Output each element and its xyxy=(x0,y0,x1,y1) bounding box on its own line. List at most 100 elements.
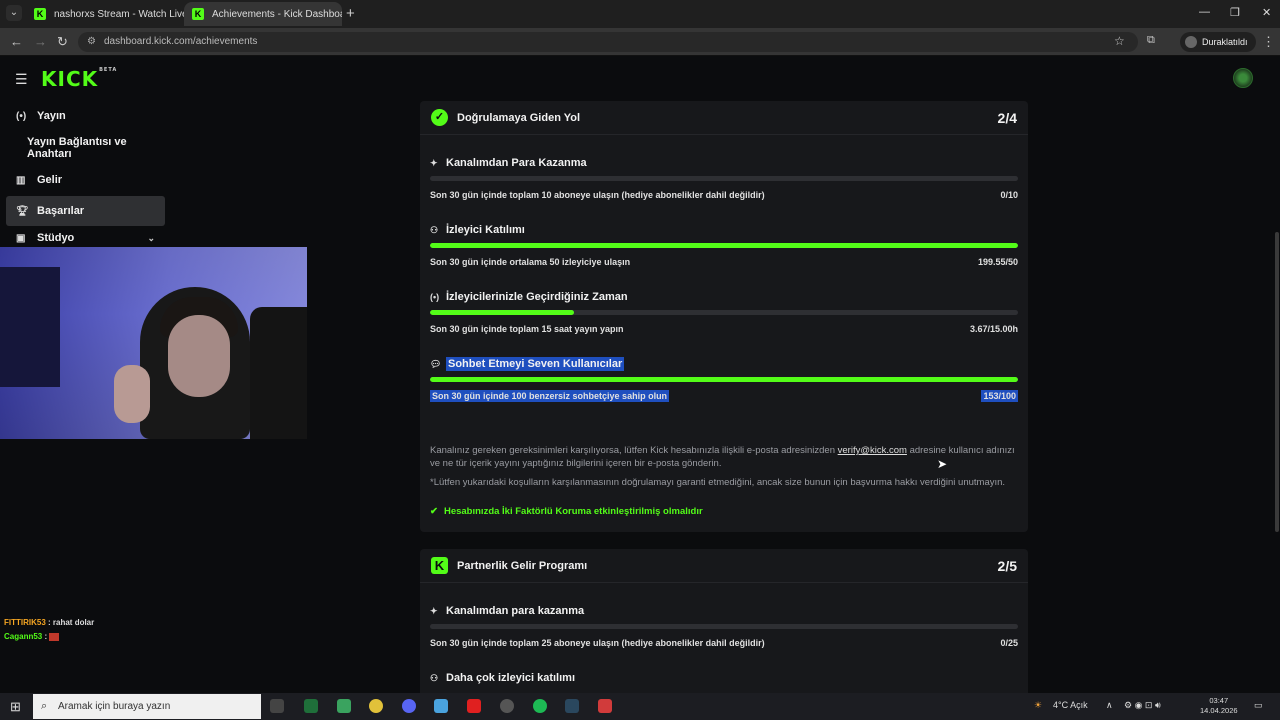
app-icon[interactable] xyxy=(304,699,318,713)
kick-favicon-icon: K xyxy=(34,8,46,20)
profile-button[interactable]: Duraklatıldı xyxy=(1180,32,1256,52)
chat-message: Cagann53 : xyxy=(4,632,60,641)
achievement-title: ✦ Kanalımdan Para Kazanma xyxy=(430,157,587,169)
youtube-icon[interactable] xyxy=(467,699,481,713)
partner-card: K Partnerlik Gelir Programı 2/5 ✦ Kanalım… xyxy=(420,549,1028,709)
achievement-value: 0/10 xyxy=(1000,190,1018,200)
address-bar-row: ← → ↻ ⚙ dashboard.kick.com/achievements … xyxy=(0,28,1280,56)
progress-bar xyxy=(430,377,1018,382)
achievement-title: ⚇ Daha çok izleyici katılımı xyxy=(430,672,576,684)
app-icon[interactable] xyxy=(500,699,514,713)
achievement-title: (•) İzleyicilerinizle Geçirdiğiniz Zaman xyxy=(430,291,628,303)
sidebar-item-label: Başarılar xyxy=(37,205,85,217)
bookmark-star-icon[interactable]: ☆ xyxy=(1114,34,1125,48)
two-factor-requirement: ✔ Hesabınızda İki Faktörlü Koruma etkinle… xyxy=(430,506,703,517)
site-info-icon[interactable]: ⚙ xyxy=(87,32,96,52)
achievement-value: 0/25 xyxy=(1000,638,1018,648)
sidebar-item-label: Stüdyo xyxy=(37,232,75,244)
sidebar-item-label: Gelir xyxy=(37,174,63,186)
new-tab-icon[interactable]: + xyxy=(346,5,355,22)
search-placeholder: Aramak için buraya yazın xyxy=(58,701,171,712)
browser-menu-icon[interactable]: ⋮ xyxy=(1262,34,1275,50)
sidebar-item-basarilar[interactable]: 🏆︎ Başarılar xyxy=(6,196,165,226)
card-title: Doğrulamaya Giden Yol xyxy=(457,112,581,124)
achievement-desc: Son 30 gün içinde 100 benzersiz sohbetçi… xyxy=(430,390,670,402)
app-icon[interactable] xyxy=(598,699,612,713)
checkmark-icon: ✔ xyxy=(430,506,438,517)
taskbar-search-field[interactable]: ⌕ Aramak için buraya yazın xyxy=(33,694,261,719)
forward-icon[interactable]: → xyxy=(34,34,47,49)
profile-label: Duraklatıldı xyxy=(1202,37,1248,47)
studio-icon: ▣ xyxy=(16,232,26,244)
clock-time: 03:47 xyxy=(1209,696,1229,705)
kick-k-icon: K xyxy=(431,557,448,574)
viewers-icon: ⚇ xyxy=(430,673,439,683)
chat-username: Cagann53 xyxy=(4,632,43,641)
windows-taskbar: ⊞ ⌕ Aramak için buraya yazın ☀ 4°C Açık … xyxy=(0,693,1280,720)
card-title: Partnerlik Gelir Programı xyxy=(457,560,588,572)
profile-avatar xyxy=(1185,36,1197,48)
reload-icon[interactable]: ↻ xyxy=(57,34,68,50)
clock[interactable]: 03:47 14.04.2026 xyxy=(1200,696,1238,716)
user-avatar[interactable] xyxy=(1233,68,1253,88)
tab-search-icon[interactable]: ⌄ xyxy=(6,5,22,21)
scrollbar[interactable] xyxy=(1275,232,1279,532)
kick-logo[interactable]: KICKBETA xyxy=(41,67,117,91)
browser-tab-bar: ⌄ K nashorxs Stream - Watch Live o ✕ K A… xyxy=(0,0,1280,28)
chevron-down-icon[interactable]: ⌄ xyxy=(147,233,155,244)
task-view-icon[interactable] xyxy=(270,699,284,713)
emote-icon xyxy=(49,632,60,641)
url-field[interactable]: ⚙ dashboard.kick.com/achievements xyxy=(78,32,1138,52)
weather-text[interactable]: 4°C Açık xyxy=(1053,700,1088,710)
achievement-title: ✦ Kanalımdan para kazanma xyxy=(430,605,585,617)
progress-bar xyxy=(430,310,1018,315)
tab-label: nashorxs Stream - Watch Live o xyxy=(54,8,184,20)
achievement-title: 💬︎ Sohbet Etmeyi Seven Kullanıcılar xyxy=(430,357,625,371)
sidebar-item-studyo[interactable]: ▣ Stüdyo ⌄ xyxy=(6,228,165,248)
trophy-icon: 🏆︎ xyxy=(16,205,29,217)
search-icon: ⌕ xyxy=(41,700,48,712)
minimize-icon[interactable]: — xyxy=(1199,6,1210,18)
maximize-icon[interactable]: ❐ xyxy=(1230,6,1240,19)
windows-start-icon[interactable]: ⊞ xyxy=(10,699,21,715)
steam-icon[interactable] xyxy=(565,699,579,713)
chrome-icon[interactable] xyxy=(369,699,383,713)
viewers-icon: ⚇ xyxy=(430,225,439,235)
app-icon[interactable] xyxy=(337,699,351,713)
discord-icon[interactable] xyxy=(402,699,416,713)
verified-badge-icon: ✓ xyxy=(431,109,448,126)
notifications-icon[interactable]: ▭ xyxy=(1254,700,1263,711)
browser-tab-stream[interactable]: K nashorxs Stream - Watch Live o ✕ xyxy=(26,2,184,26)
hamburger-menu-icon[interactable]: ☰ xyxy=(15,71,28,88)
weather-icon: ☀ xyxy=(1034,700,1043,710)
card-header: K Partnerlik Gelir Programı 2/5 xyxy=(420,549,1028,583)
tab-label: Achievements - Kick Dashboard xyxy=(212,8,342,20)
tray-icons[interactable]: ⚙ ◉ ⊡ 🔊︎ xyxy=(1124,700,1161,711)
achievement-desc: Son 30 gün içinde ortalama 50 izleyiciye… xyxy=(430,257,631,267)
back-icon[interactable]: ← xyxy=(10,34,23,49)
sidebar-item-stream-key[interactable]: Yayın Bağlantısı ve Anahtarı xyxy=(6,133,165,163)
sidebar-item-yayin[interactable]: (•) Yayın xyxy=(6,101,165,131)
card-progress-count: 2/5 xyxy=(997,558,1017,574)
progress-bar xyxy=(430,243,1018,248)
close-window-icon[interactable]: ✕ xyxy=(1262,6,1271,19)
card-progress-count: 2/4 xyxy=(997,110,1017,126)
extensions-icon[interactable]: ⧉ xyxy=(1147,34,1155,47)
spotify-icon[interactable] xyxy=(533,699,547,713)
progress-bar xyxy=(430,176,1018,181)
url-text: dashboard.kick.com/achievements xyxy=(104,36,258,47)
app-icon[interactable] xyxy=(434,699,448,713)
chat-bubble-icon: 💬︎ xyxy=(430,359,442,369)
sidebar-item-label: Yayın xyxy=(37,110,66,122)
sparkle-icon: ✦ xyxy=(430,606,438,616)
progress-bar xyxy=(430,624,1018,629)
achievement-desc: Son 30 gün içinde toplam 10 aboneye ulaş… xyxy=(430,190,765,200)
achievement-desc: Son 30 gün içinde toplam 15 saat yayın y… xyxy=(430,324,624,334)
email-link[interactable]: verify@kick.com xyxy=(838,445,907,456)
achievement-desc: Son 30 gün içinde toplam 25 aboneye ulaş… xyxy=(430,638,765,648)
chat-text: : xyxy=(44,632,48,641)
chart-icon: ▥ xyxy=(16,174,26,186)
tray-chevron-icon[interactable]: ∧ xyxy=(1106,700,1113,711)
browser-tab-achievements[interactable]: K Achievements - Kick Dashboard ✕ xyxy=(184,2,342,26)
sidebar-item-gelir[interactable]: ▥ Gelir xyxy=(6,165,165,195)
